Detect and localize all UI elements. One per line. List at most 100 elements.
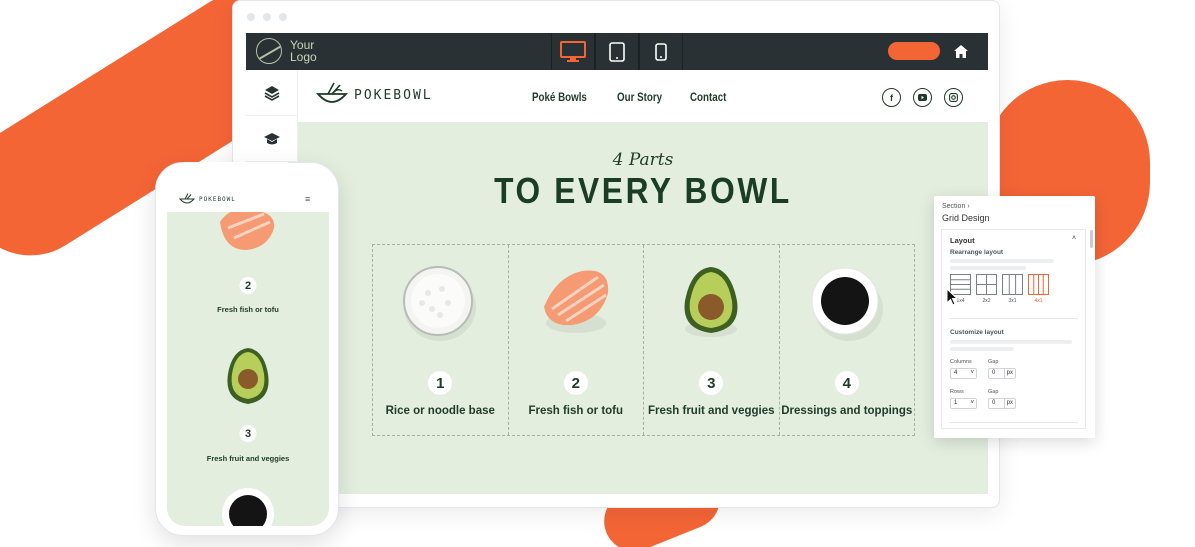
rows-select[interactable]: 1 ˅ <box>950 398 977 409</box>
logo-icon <box>256 38 282 64</box>
tablet-icon <box>609 41 625 62</box>
breadcrumb-section[interactable]: Section <box>942 203 965 210</box>
columns-value: 4 <box>954 370 958 376</box>
chevron-right-icon: › <box>967 203 970 210</box>
rice-bowl-image <box>403 266 477 341</box>
brand-name: POKEBOWL <box>199 196 236 203</box>
layout-option-label: 3x1 <box>1008 298 1017 304</box>
customize-layout-label: Customize layout <box>950 329 1004 336</box>
site-header: POKEBOWL Poké Bowls Our Story Contact f <box>298 70 988 122</box>
grid-cell[interactable]: 3 Fresh fruit and veggies <box>644 245 780 435</box>
chevron-down-icon: ˅ <box>970 370 974 376</box>
facebook-icon[interactable]: f <box>882 88 901 107</box>
rearrange-layout-label: Rearrange layout <box>950 249 1004 256</box>
layout-option-label: 2x2 <box>982 298 991 304</box>
step-label: Fresh fish or tofu <box>528 405 624 417</box>
columns-select[interactable]: 4 ˅ <box>950 368 977 379</box>
hamburger-menu-icon[interactable]: ≡ <box>305 194 310 204</box>
mobile-preview: POKEBOWL ≡ 2 Fresh fish or tofu 3 Fresh … <box>155 162 339 536</box>
placeholder-bar <box>950 266 1026 270</box>
mobile-icon <box>655 42 667 61</box>
site-nav: Poké Bowls Our Story Contact <box>532 92 732 104</box>
logo-text-line2: Logo <box>290 50 317 64</box>
chevron-up-icon[interactable]: ˄ <box>1072 235 1076 242</box>
mobile-brand[interactable]: POKEBOWL <box>179 193 236 206</box>
step-number: 3 <box>239 425 257 442</box>
step-number: 2 <box>239 277 257 294</box>
grid-cell[interactable]: 4 Dressings and toppings <box>780 245 915 435</box>
window-dot <box>279 13 287 21</box>
column-gap-label: Gap <box>988 359 999 365</box>
editor-toolbar: Your Logo <box>246 33 988 70</box>
placeholder-bar <box>950 347 1014 351</box>
device-switcher <box>551 33 683 70</box>
grid-design-panel: Section › Grid Design Layout ˄ Rearrange… <box>934 196 1095 438</box>
column-gap-input[interactable]: 0 px <box>988 368 1016 379</box>
bowl-parts-grid[interactable]: 1 Rice or noodle base 2 Fresh fish or to… <box>372 244 915 436</box>
grid-cell[interactable]: 1 Rice or noodle base <box>373 245 509 435</box>
step-number: 1 <box>428 371 453 395</box>
home-button[interactable] <box>952 42 970 60</box>
layout-option-4x1[interactable]: 4x1 <box>1028 274 1049 304</box>
nav-link-poke-bowls[interactable]: Poké Bowls <box>532 92 587 104</box>
layout-option-3x1[interactable]: 3x1 <box>1002 274 1023 304</box>
layout-heading[interactable]: Layout <box>950 236 975 245</box>
brand-name: POKEBOWL <box>354 87 433 103</box>
step-label: Fresh fruit and veggies <box>206 454 290 463</box>
home-icon <box>954 44 968 58</box>
unit-label: px <box>1003 399 1015 408</box>
hero-section[interactable]: 4 Parts TO EVERY BOWL 1 Rice or noodle b… <box>298 122 988 494</box>
unit-label: px <box>1003 369 1015 378</box>
mobile-view-button[interactable] <box>639 33 683 70</box>
layout-option-label: 4x1 <box>1034 298 1043 304</box>
window-dot <box>263 13 271 21</box>
desktop-view-button[interactable] <box>551 33 595 70</box>
social-links: f <box>882 88 963 107</box>
graduation-cap-icon <box>264 132 280 144</box>
row-gap-label: Gap <box>988 389 999 395</box>
soy-sauce-bowl-image <box>220 486 276 526</box>
row-gap-value: 0 <box>992 400 996 406</box>
learn-button[interactable] <box>246 116 298 162</box>
mobile-header: POKEBOWL ≡ <box>167 186 329 212</box>
salmon-image <box>543 270 608 333</box>
grid-cell[interactable]: 2 Fresh fish or tofu <box>509 245 644 435</box>
step-number: 3 <box>699 371 724 395</box>
section-title: TO EVERY BOWL <box>494 170 792 211</box>
logo[interactable]: Your Logo <box>256 38 330 64</box>
row-gap-input[interactable]: 0 px <box>988 398 1016 409</box>
salmon-image <box>216 208 280 263</box>
nav-link-our-story[interactable]: Our Story <box>617 92 662 104</box>
grid-layout-icon <box>977 275 996 294</box>
four-columns-icon <box>1033 275 1044 294</box>
placeholder-bar <box>950 259 1054 263</box>
poke-bowl-logo-icon <box>316 82 348 103</box>
mobile-screen[interactable]: POKEBOWL ≡ 2 Fresh fish or tofu 3 Fresh … <box>167 186 329 526</box>
step-label: Rice or noodle base <box>385 405 495 417</box>
layers-icon <box>264 85 280 101</box>
site-brand[interactable]: POKEBOWL <box>316 82 433 108</box>
desktop-icon <box>560 40 586 62</box>
nav-link-contact[interactable]: Contact <box>690 92 726 104</box>
three-columns-icon <box>1008 275 1017 294</box>
tablet-view-button[interactable] <box>595 33 639 70</box>
publish-button[interactable] <box>888 42 940 60</box>
editor-side-panel <box>246 70 298 162</box>
layout-group: Layout ˄ Rearrange layout 1x4 2x2 3x1 4x… <box>941 229 1086 429</box>
panel-breadcrumb[interactable]: Section › <box>942 203 970 210</box>
layout-option-2x2[interactable]: 2x2 <box>976 274 997 304</box>
youtube-icon[interactable] <box>913 88 932 107</box>
instagram-icon[interactable] <box>944 88 963 107</box>
chevron-down-icon: ˅ <box>970 400 974 406</box>
phone-notch <box>184 162 288 176</box>
avocado-image <box>684 267 738 337</box>
step-label: Fresh fruit and veggies <box>647 405 775 417</box>
step-label: Fresh fish or tofu <box>217 305 279 314</box>
rows-value: 1 <box>954 400 958 406</box>
panel-scrollbar[interactable] <box>1090 230 1093 248</box>
step-number: 2 <box>563 371 588 395</box>
layout-options: 1x4 2x2 3x1 4x1 <box>950 274 1049 304</box>
layers-button[interactable] <box>246 70 298 116</box>
step-number: 4 <box>834 371 859 395</box>
section-kicker: 4 Parts <box>612 150 674 170</box>
